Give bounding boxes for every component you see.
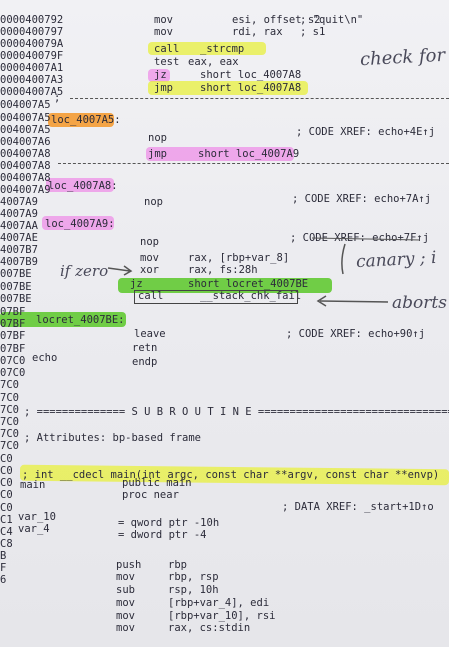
handwritten-strokes (107, 237, 421, 307)
photographed-printout: 0000400792 0000400797 000040079A 000040079F… (0, 0, 449, 647)
